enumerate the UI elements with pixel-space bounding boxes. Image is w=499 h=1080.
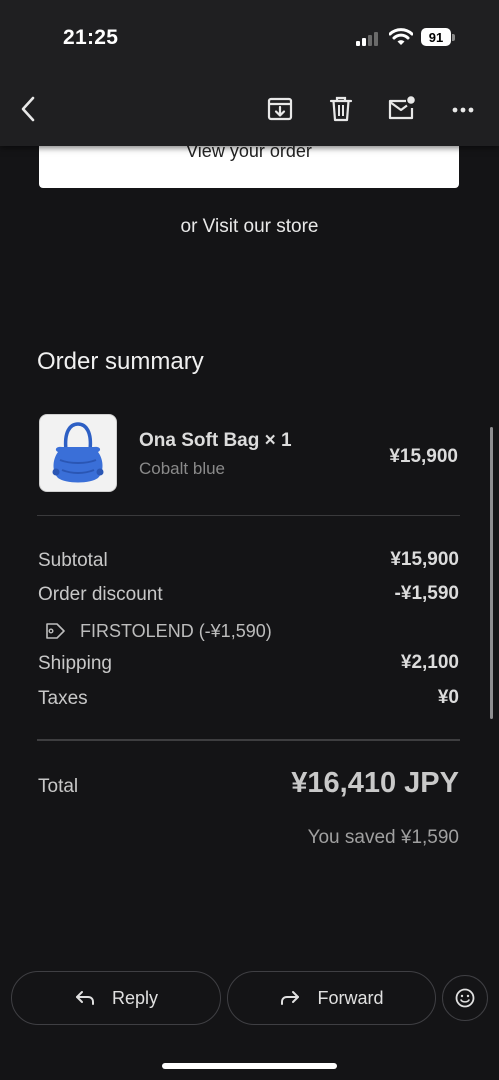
order-summary-title: Order summary	[37, 348, 204, 375]
reply-button[interactable]: Reply	[11, 971, 221, 1025]
mark-unread-icon[interactable]	[386, 94, 416, 124]
subtotal-label: Subtotal	[38, 550, 108, 571]
product-name: Ona Soft Bag × 1	[139, 430, 292, 451]
email-screen: View your order or Visit our store Order…	[0, 0, 499, 1080]
forward-button[interactable]: Forward	[227, 971, 436, 1025]
product-thumbnail	[39, 414, 117, 492]
smiley-icon	[455, 988, 475, 1008]
emoji-reaction-button[interactable]	[442, 975, 488, 1021]
discount-code-text: FIRSTOLEND (-¥1,590)	[80, 620, 272, 641]
reply-label: Reply	[111, 987, 159, 1008]
bag-image	[52, 422, 104, 483]
battery-tip	[452, 34, 455, 41]
total-divider	[37, 739, 460, 741]
trash-icon[interactable]	[326, 94, 356, 124]
shipping-label: Shipping	[38, 653, 112, 674]
shipping-value: ¥2,100	[400, 652, 459, 673]
total-label: Total	[38, 776, 79, 797]
taxes-value: ¥0	[437, 687, 459, 708]
discount-value: -¥1,590	[394, 583, 459, 604]
taxes-label: Taxes	[38, 688, 88, 709]
visit-store-line: or Visit our store	[0, 216, 499, 238]
discount-label: Order discount	[38, 584, 163, 605]
wifi-icon	[389, 28, 413, 45]
home-indicator[interactable]	[162, 1063, 337, 1069]
reply-icon	[75, 991, 94, 1005]
product-price: ¥15,900	[389, 446, 458, 467]
visit-store-link[interactable]: or Visit our store	[181, 216, 319, 237]
back-arrow-icon[interactable]	[14, 94, 44, 124]
top-bar: 21:25 91	[0, 0, 499, 146]
tag-icon	[46, 623, 65, 639]
total-value: ¥16,410 JPY	[291, 767, 459, 799]
item-divider	[37, 515, 460, 516]
scrollbar[interactable]	[490, 427, 493, 719]
more-icon[interactable]	[448, 94, 478, 124]
forward-icon	[281, 991, 300, 1005]
archive-icon[interactable]	[265, 94, 295, 124]
battery-indicator: 91	[421, 28, 451, 46]
product-variant: Cobalt blue	[139, 459, 226, 478]
status-time: 21:25	[63, 26, 119, 49]
forward-label: Forward	[317, 987, 384, 1008]
subtotal-value: ¥15,900	[390, 549, 459, 570]
cellular-signal-icon	[356, 30, 382, 46]
discount-code-row: FIRSTOLEND (-¥1,590)	[44, 619, 272, 643]
saved-amount: You saved ¥1,590	[307, 827, 459, 848]
